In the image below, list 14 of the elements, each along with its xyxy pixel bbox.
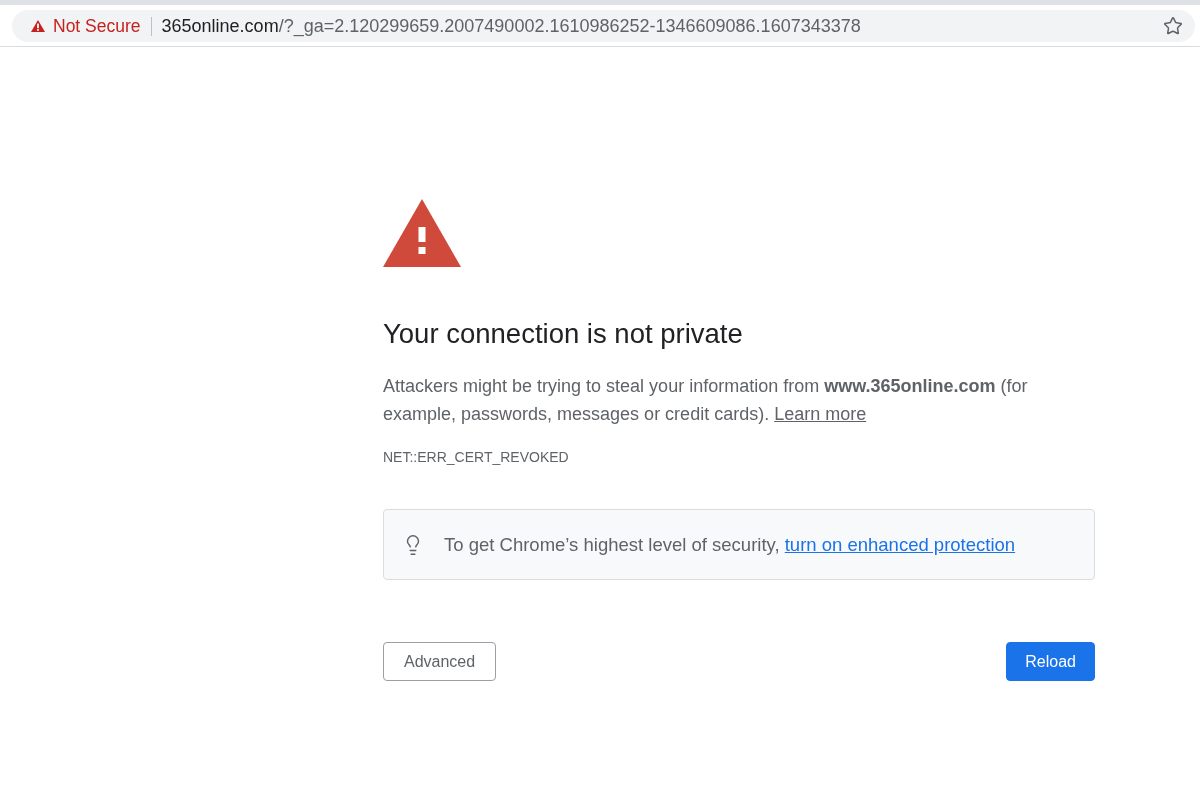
reload-button[interactable]: Reload: [1006, 642, 1095, 681]
security-label[interactable]: Not Secure: [53, 15, 141, 37]
advanced-button[interactable]: Advanced: [383, 642, 497, 681]
url-text: 365online.com/?_ga=2.120299659.2007490002.1610986252-1346609086.1607343378: [161, 15, 862, 37]
address-bar[interactable]: Not Secure 365online.com/?_ga=2.120299659.2007490002.1610986252-1346609086.1607343378: [12, 10, 1195, 42]
learn-more-link[interactable]: Learn more: [774, 404, 867, 424]
tip-text: To get Chrome’s highest level of security, turn on enhanced protection: [444, 533, 1016, 556]
bookmark-star-icon[interactable]: [1163, 16, 1183, 36]
warning-description: Attackers might be trying to steal your information from www.365online.com (for example, passwords, messages or credit cards). Learn more: [383, 375, 1029, 426]
error-code: NET::ERR_CERT_REVOKED: [383, 448, 569, 467]
page-heading: Your connection is not private: [383, 317, 744, 351]
warning-icon: [383, 199, 461, 267]
warning-icon: [31, 20, 45, 32]
enhanced-protection-link[interactable]: turn on enhanced protection: [784, 533, 1016, 555]
